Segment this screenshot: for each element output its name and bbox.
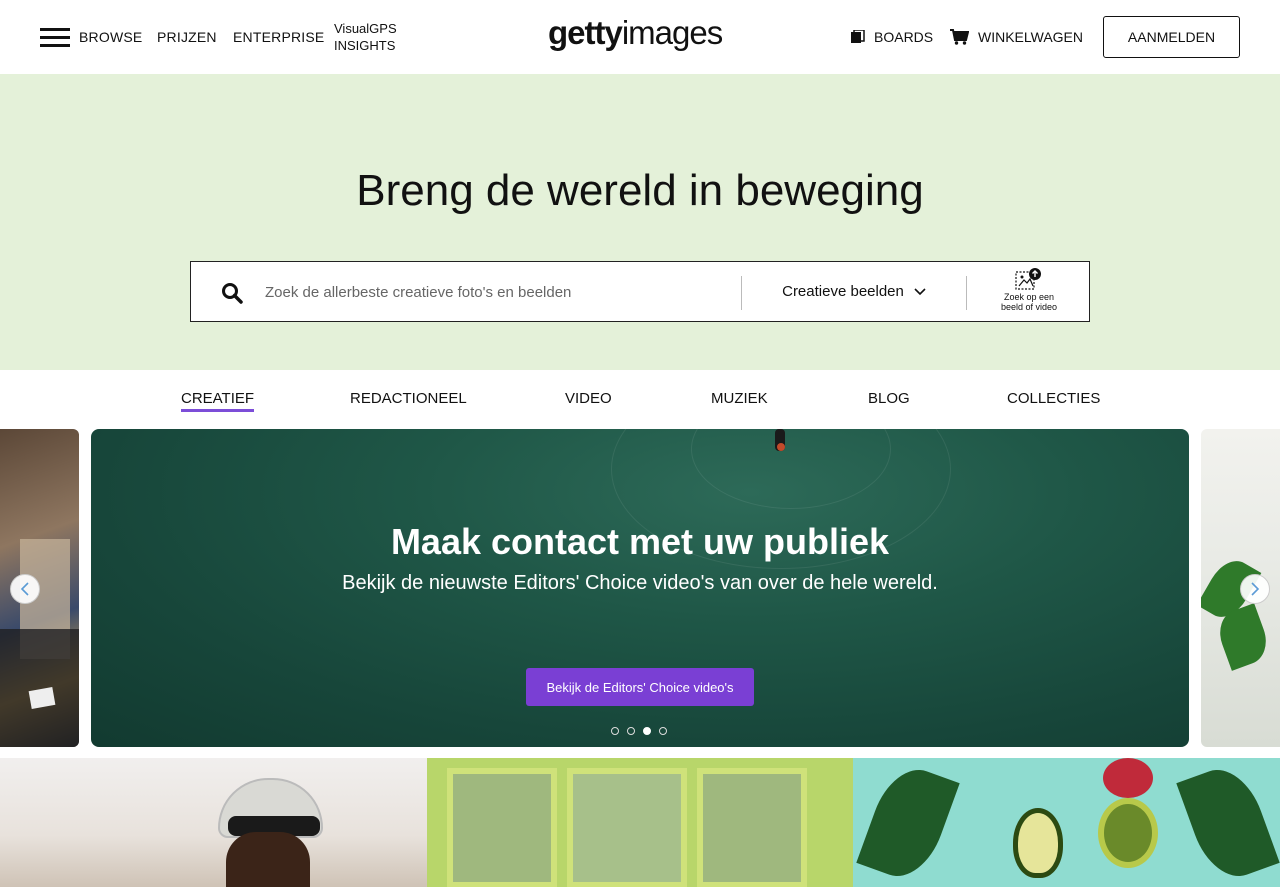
carousel-dot[interactable] [627, 727, 635, 735]
carousel-dot[interactable] [659, 727, 667, 735]
carousel-dot-active[interactable] [643, 727, 651, 735]
visual-search-button[interactable]: Zoek op een beeld of video [967, 262, 1091, 321]
carousel-title: Maak contact met uw publiek [390, 521, 890, 562]
image-tile-fruit-pattern[interactable] [853, 758, 1280, 887]
visual-search-line1: Zoek op een [1003, 292, 1055, 302]
carousel-active-slide: Maak contact met uw publiek Bekijk de ni… [91, 429, 1189, 747]
crowd-shape [0, 629, 79, 747]
signin-button[interactable]: AANMELDEN [1103, 16, 1240, 58]
chevron-down-icon [914, 287, 926, 295]
tab-collecties[interactable]: COLLECTIES [1007, 390, 1100, 407]
boards-icon [851, 30, 865, 43]
logo-bold: getty [548, 14, 623, 51]
tab-blog[interactable]: BLOG [868, 390, 910, 407]
swimmer-cap-shape [777, 443, 785, 451]
chevron-right-icon [1251, 582, 1260, 596]
tab-video[interactable]: VIDEO [565, 390, 612, 407]
gettyimages-logo[interactable]: gettyimages [548, 14, 723, 52]
cart-link[interactable]: WINKELWAGEN [950, 29, 1083, 45]
leaf-shape [1176, 759, 1280, 887]
window-pane [447, 768, 557, 887]
carousel-dots [611, 727, 667, 735]
boards-link[interactable]: BOARDS [851, 29, 933, 45]
carousel-next-button[interactable] [1240, 574, 1270, 604]
nav-browse[interactable]: BROWSE [79, 29, 142, 45]
image-tile-window[interactable] [427, 758, 853, 887]
site-header: BROWSE PRIJZEN ENTERPRISE VisualGPS INSI… [0, 0, 1280, 74]
visual-search-label: Zoek op een beeld of video [967, 292, 1091, 312]
tab-redactioneel[interactable]: REDACTIONEEL [350, 390, 467, 407]
boards-label: BOARDS [874, 29, 934, 45]
cart-label: WINKELWAGEN [978, 29, 1084, 45]
visualgps-line2: INSIGHTS [334, 38, 396, 53]
content-tabs: CREATIEF REDACTIONEEL VIDEO MUZIEK BLOG … [0, 370, 1280, 428]
hero-section: Breng de wereld in beweging Creatieve be… [0, 74, 1280, 370]
image-tile-cyclist[interactable] [0, 758, 427, 887]
tab-muziek[interactable]: MUZIEK [711, 390, 768, 407]
chevron-left-icon [20, 582, 29, 596]
face-shape [226, 832, 310, 887]
leaf-shape [856, 759, 960, 887]
window-pane [567, 768, 687, 887]
image-type-label: Creatieve beelden [782, 283, 904, 300]
nav-enterprise[interactable]: ENTERPRISE [233, 29, 324, 45]
visualgps-line1: VisualGPS [334, 21, 397, 36]
image-upload-icon [1015, 268, 1041, 290]
window-pane [697, 768, 807, 887]
carousel-prev-button[interactable] [10, 574, 40, 604]
pomegranate-shape [1103, 758, 1153, 798]
nav-prijzen[interactable]: PRIJZEN [157, 29, 217, 45]
image-type-select[interactable]: Creatieve beelden [742, 262, 966, 321]
carousel-subtitle: Bekijk de nieuwste Editors' Choice video… [342, 572, 938, 594]
editors-choice-button[interactable]: Bekijk de Editors' Choice video's [526, 668, 754, 706]
tab-creatief[interactable]: CREATIEF [181, 390, 255, 412]
logo-regular: images [621, 14, 723, 51]
search-bar: Creatieve beelden Zoek op een beeld of v… [190, 261, 1090, 322]
hamburger-icon[interactable] [40, 28, 70, 48]
cart-icon [950, 29, 969, 45]
hero-title: Breng de wereld in beweging [356, 166, 924, 215]
visual-search-line2: beeld of video [1000, 302, 1058, 312]
carousel-dot[interactable] [611, 727, 619, 735]
search-icon[interactable] [221, 282, 243, 304]
avocado-shape [1013, 808, 1063, 878]
search-input[interactable] [255, 272, 725, 312]
nav-visualgps-insights[interactable]: VisualGPS INSIGHTS [334, 20, 397, 54]
